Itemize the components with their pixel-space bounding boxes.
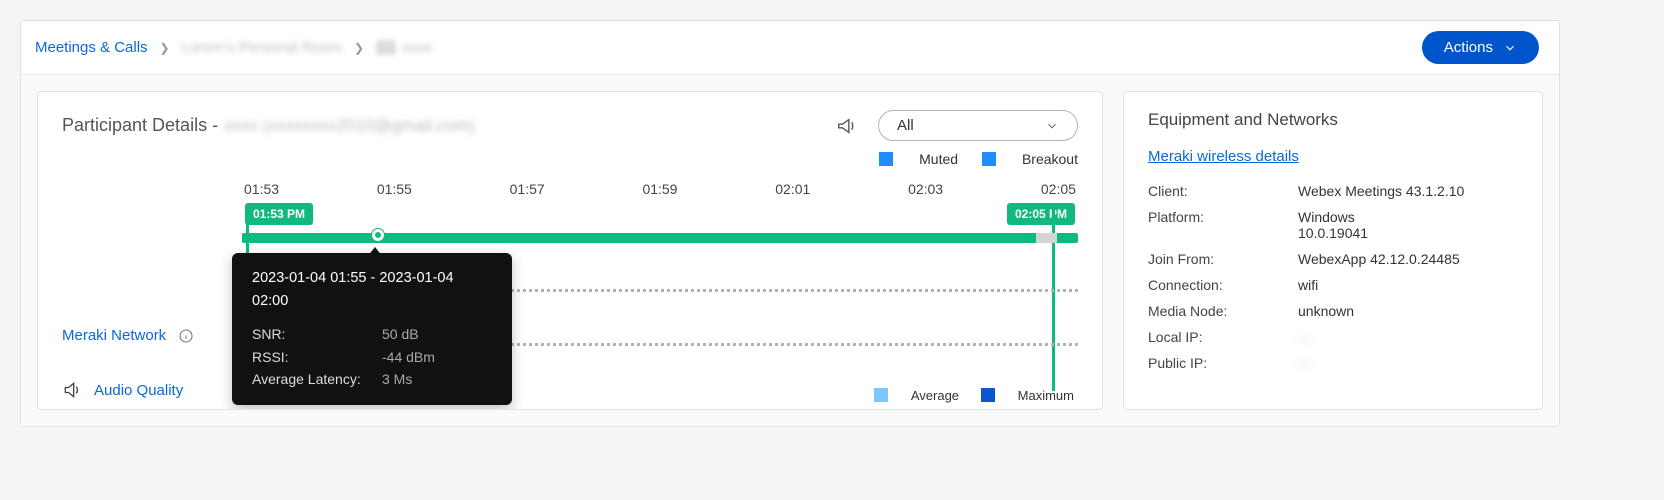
panel-controls: All: [836, 110, 1078, 141]
legend-average: Average: [874, 388, 959, 403]
breadcrumb: Meetings & Calls ❯ Lorem's Personal Room…: [35, 39, 432, 56]
row-labels: Meraki Network Audio Quality Video Quali…: [62, 327, 252, 410]
participant-name-blurred: xxxx (xxxxxxxx2010@gmail.com): [224, 116, 475, 136]
chevron-down-icon: [1503, 41, 1517, 55]
info-icon[interactable]: [178, 328, 194, 344]
kv-public-ip: Public IP:—: [1148, 355, 1518, 371]
topbar: Meetings & Calls ❯ Lorem's Personal Room…: [21, 21, 1559, 75]
meraki-wireless-link[interactable]: Meraki wireless details: [1148, 148, 1299, 165]
filter-select[interactable]: All: [878, 110, 1078, 141]
kv-client: Client:Webex Meetings 43.1.2.10: [1148, 183, 1518, 199]
track-meraki: [242, 233, 1078, 243]
actions-button[interactable]: Actions: [1422, 31, 1539, 64]
breadcrumb-item-blurred: xxxx: [402, 39, 432, 56]
chevron-down-icon: [1045, 119, 1059, 133]
kv-connection: Connection:wifi: [1148, 277, 1518, 293]
page: Meetings & Calls ❯ Lorem's Personal Room…: [20, 20, 1560, 427]
data-point[interactable]: [372, 229, 384, 241]
end-time-badge: 02:05 PM: [1007, 203, 1075, 225]
kv-platform: Platform:Windows 10.0.19041: [1148, 209, 1518, 241]
kv-join-from: Join From:WebexApp 42.12.0.24485: [1148, 251, 1518, 267]
data-tooltip: 2023-01-04 01:55 - 2023-01-04 02:00 SNR:…: [232, 253, 512, 405]
tooltip-range: 2023-01-04 01:55 - 2023-01-04 02:00: [252, 267, 492, 313]
device-icon-blurred: [376, 40, 396, 55]
row-meraki-network[interactable]: Meraki Network: [62, 327, 252, 344]
breadcrumb-root[interactable]: Meetings & Calls: [35, 39, 148, 56]
equipment-networks-panel: Equipment and Networks Meraki wireless d…: [1123, 91, 1543, 410]
legend-bottom: Average Maximum: [856, 388, 1074, 403]
participant-details-panel: Participant Details - xxxx (xxxxxxxx2010…: [37, 91, 1103, 410]
panel-title: Equipment and Networks: [1148, 110, 1518, 130]
title-prefix: Participant Details -: [62, 115, 218, 136]
timeline-chart: 01:53 01:55 01:57 01:59 02:01 02:03 02:0…: [242, 181, 1078, 391]
row-audio-quality[interactable]: Audio Quality: [62, 380, 252, 400]
announce-icon[interactable]: [836, 115, 858, 137]
speaker-icon: [62, 380, 82, 400]
panel-header: Participant Details - xxxx (xxxxxxxx2010…: [62, 110, 1078, 141]
panel-title: Participant Details - xxxx (xxxxxxxx2010…: [62, 115, 475, 136]
legend-muted: Muted: [879, 151, 958, 167]
kv-media-node: Media Node:unknown: [1148, 303, 1518, 319]
kv-local-ip: Local IP:—: [1148, 329, 1518, 345]
filter-value: All: [897, 117, 914, 134]
breadcrumb-item-blurred: Lorem's Personal Room: [182, 39, 342, 56]
start-time-badge: 01:53 PM: [245, 203, 313, 225]
content: Participant Details - xxxx (xxxxxxxx2010…: [21, 75, 1559, 426]
actions-label: Actions: [1444, 39, 1493, 56]
legend-breakout: Breakout: [982, 151, 1078, 167]
axis-ticks: 01:53 01:55 01:57 01:59 02:01 02:03 02:0…: [242, 181, 1078, 197]
chevron-right-icon: ❯: [160, 41, 170, 55]
legend-maximum: Maximum: [981, 388, 1074, 403]
chevron-right-icon: ❯: [354, 41, 364, 55]
legend-top: Muted Breakout: [62, 151, 1078, 167]
